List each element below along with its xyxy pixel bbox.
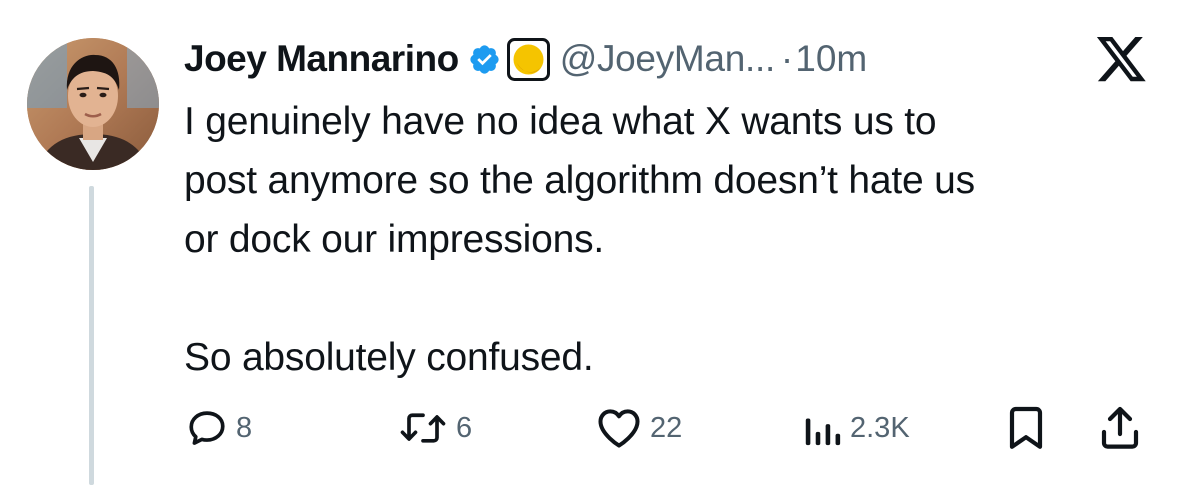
avatar[interactable] (27, 38, 159, 170)
share-button[interactable] (1100, 400, 1140, 456)
tweet-text-line: I genuinely have no idea what X wants us… (184, 100, 937, 143)
reply-icon (186, 407, 228, 449)
reply-button[interactable]: 8 (186, 400, 252, 456)
timestamp[interactable]: 10m (795, 38, 867, 80)
affiliate-badge-icon[interactable] (506, 37, 550, 81)
separator-dot: · (780, 38, 794, 79)
views-count: 2.3K (850, 411, 910, 444)
reply-count: 8 (236, 411, 253, 444)
x-logo-icon (1096, 37, 1148, 84)
repost-count: 6 (456, 411, 473, 444)
tweet-text-line: post anymore so the algorithm doesn’t ha… (184, 159, 975, 202)
author-name[interactable]: Joey Mannarino (184, 38, 459, 80)
tweet-text-closing: So absolutely confused. (184, 336, 594, 379)
like-count: 22 (650, 411, 683, 444)
views-button[interactable]: 2.3K (802, 400, 910, 456)
tweet-header: Joey Mannarino @JoeyMan... · 10m (184, 36, 867, 82)
repost-icon (398, 407, 448, 449)
tweet-text-line: or dock our impressions. (184, 218, 605, 261)
share-icon (1100, 406, 1140, 450)
author-handle[interactable]: @JoeyMan... (560, 38, 776, 80)
verified-badge-icon (468, 43, 501, 76)
repost-button[interactable]: 6 (398, 400, 472, 456)
action-bar: 8 6 22 2.3K (0, 400, 1179, 456)
bookmark-button[interactable] (1008, 400, 1044, 456)
tweet[interactable]: Joey Mannarino @JoeyMan... · 10m I genui… (0, 0, 1179, 485)
like-icon (596, 407, 642, 449)
like-button[interactable]: 22 (596, 400, 682, 456)
bookmark-icon (1008, 406, 1044, 450)
tweet-text: I genuinely have no idea what X wants us… (184, 92, 1144, 387)
views-icon (802, 407, 842, 449)
